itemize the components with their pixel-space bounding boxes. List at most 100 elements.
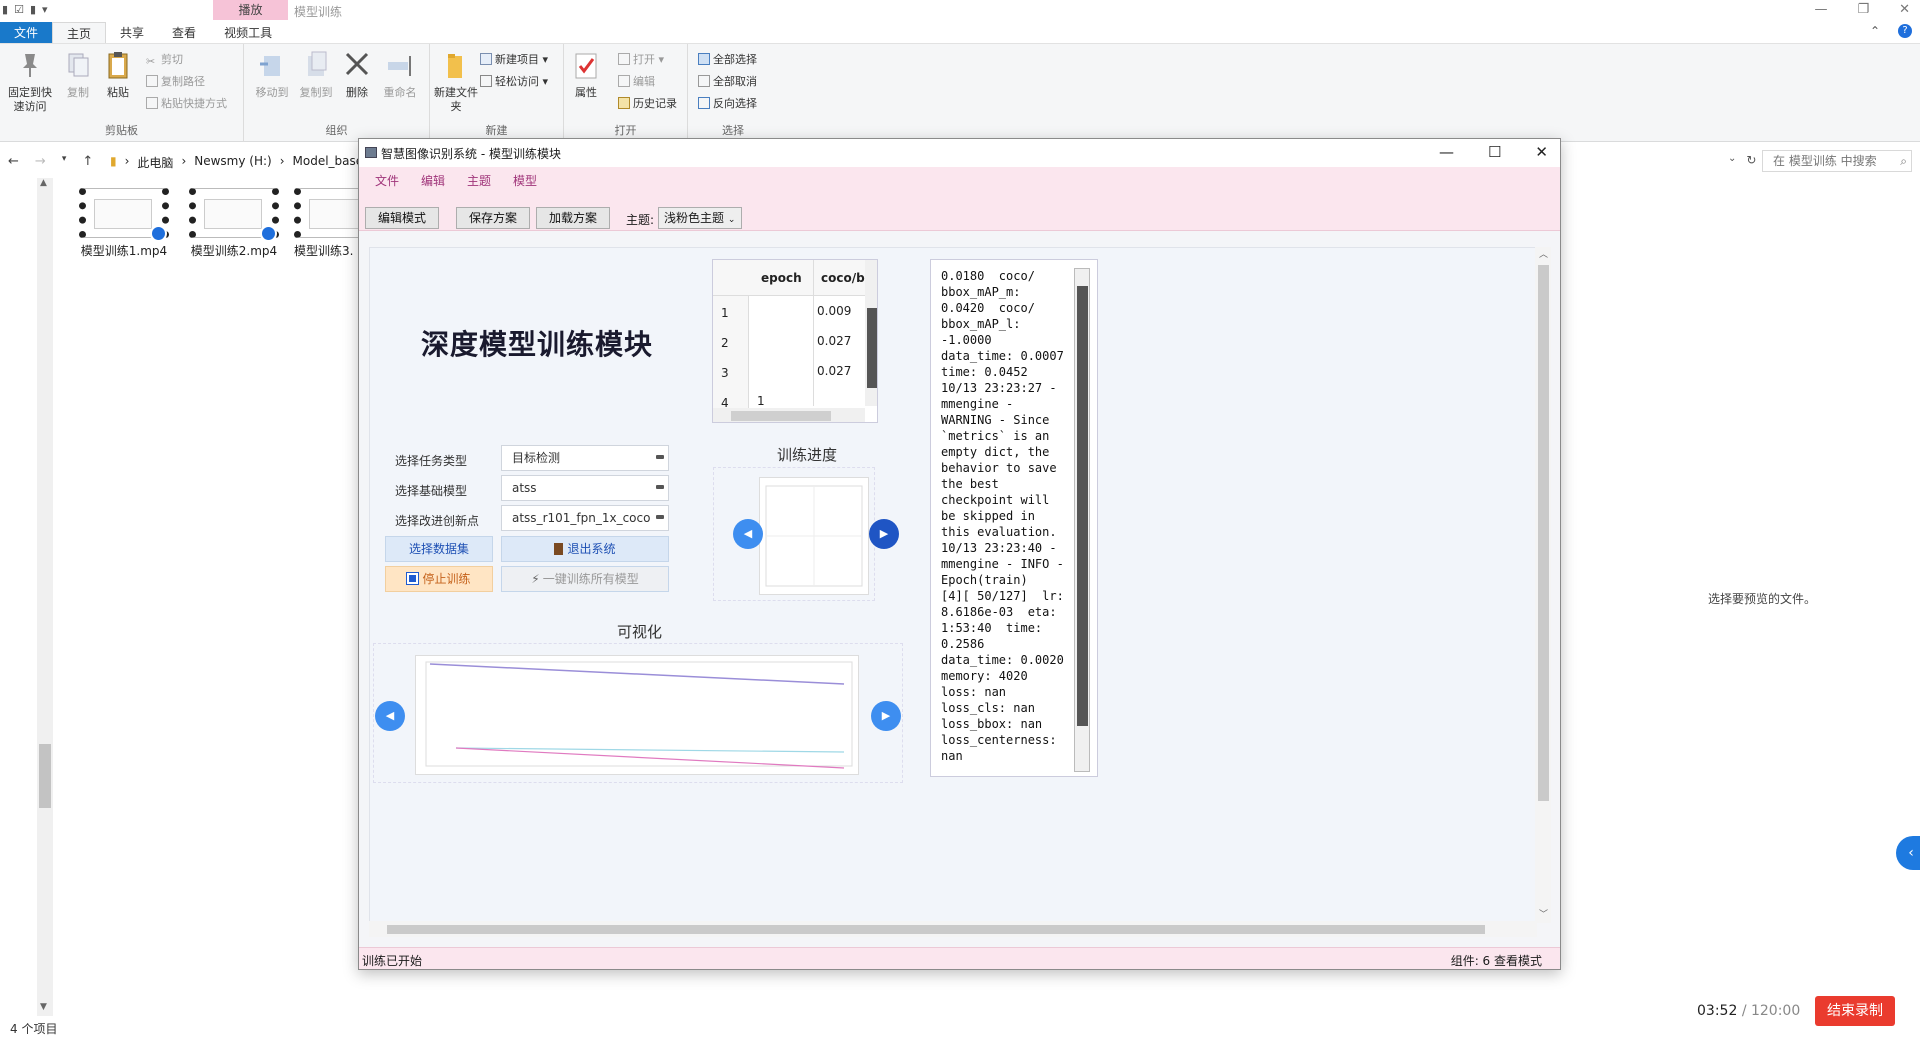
back-icon[interactable]: ← xyxy=(8,154,19,169)
delete-button[interactable]: 删除 xyxy=(342,50,372,100)
train-all-models-button[interactable]: ⚡ 一键训练所有模型 xyxy=(501,566,669,592)
app-title-bar[interactable]: 智慧图像识别系统 - 模型训练模块 xyxy=(359,139,1560,167)
menu-theme[interactable]: 主题 xyxy=(457,167,501,195)
scroll-down-icon[interactable]: ▼ xyxy=(40,1002,47,1012)
viz-prev-button[interactable]: ◀ xyxy=(375,701,405,731)
column-divider xyxy=(813,260,814,406)
load-plan-button[interactable]: 加载方案 xyxy=(536,207,611,229)
table-scroll-thumb[interactable] xyxy=(867,308,877,388)
edit-mode-button[interactable]: 编辑模式 xyxy=(365,207,440,229)
file-item[interactable]: 模型训练3. xyxy=(294,188,358,259)
open-button[interactable]: 打开 ▾ xyxy=(618,50,664,70)
log-scroll-thumb[interactable] xyxy=(1077,286,1088,726)
select-all-button[interactable]: 全部选择 xyxy=(698,50,757,70)
edit-button[interactable]: 编辑 xyxy=(618,72,655,92)
exit-system-button[interactable]: 退出系统 xyxy=(501,536,669,562)
side-panel-toggle[interactable]: ‹ xyxy=(1896,836,1920,870)
easy-access-button[interactable]: 轻松访问 ▾ xyxy=(480,72,548,92)
tab-view[interactable]: 查看 xyxy=(158,22,210,43)
help-icon[interactable]: ? xyxy=(1898,24,1912,38)
content-horizontal-scroll-thumb[interactable] xyxy=(387,925,1485,934)
table-cell[interactable]: 0.027 xyxy=(817,334,851,348)
tab-video-tools[interactable]: 视频工具 xyxy=(210,22,286,43)
up-icon[interactable]: ↑ xyxy=(82,154,93,169)
restore-icon[interactable]: ❐ xyxy=(1857,0,1869,20)
refresh-icon[interactable]: ↻ xyxy=(1746,153,1756,167)
copy-to-button[interactable]: 复制到 xyxy=(294,50,338,100)
content-vertical-scroll-thumb[interactable] xyxy=(1538,265,1549,801)
file-item[interactable]: 模型训练1.mp4 xyxy=(76,188,172,259)
maximize-icon[interactable]: ☐ xyxy=(1488,143,1501,161)
scroll-up-icon[interactable]: ▲ xyxy=(40,178,47,188)
file-item[interactable]: 模型训练2.mp4 xyxy=(186,188,282,259)
new-folder-icon[interactable]: ▮ xyxy=(30,3,36,16)
table-cell[interactable]: 0.009 xyxy=(817,304,851,318)
pin-quick-access-button[interactable]: 固定到快速访问 xyxy=(6,50,54,114)
stop-training-button[interactable]: 停止训练 xyxy=(385,566,493,592)
select-dataset-button[interactable]: 选择数据集 xyxy=(385,536,493,562)
address-dropdown-icon[interactable]: ⌄ xyxy=(1728,153,1736,167)
theme-select[interactable]: 浅粉色主题 ⌄ xyxy=(658,207,742,229)
folder-icon[interactable]: ▮ xyxy=(2,3,8,16)
progress-prev-button[interactable]: ◀ xyxy=(733,519,763,549)
menu-model[interactable]: 模型 xyxy=(503,167,547,195)
minimize-icon[interactable]: — xyxy=(1814,0,1827,20)
table-cell[interactable]: 0.027 xyxy=(817,364,851,378)
quick-access-toolbar[interactable]: ▮ ☑ ▮ ▾ xyxy=(2,3,48,16)
training-status: 训练已开始 xyxy=(362,954,423,968)
tab-home[interactable]: 主页 xyxy=(52,22,107,43)
menu-edit[interactable]: 编辑 xyxy=(411,167,455,195)
search-icon: ⌕ xyxy=(1900,154,1907,168)
scroll-down-icon[interactable]: ﹀ xyxy=(1539,907,1548,920)
scroll-up-icon[interactable]: ︿ xyxy=(1539,247,1548,260)
close-icon[interactable]: ✕ xyxy=(1535,143,1548,161)
search-input[interactable]: 在 模型训练 中搜索 ⌕ xyxy=(1762,150,1912,172)
table-horizontal-thumb[interactable] xyxy=(731,411,831,421)
select-none-button[interactable]: 全部取消 xyxy=(698,72,757,92)
context-tab-play[interactable]: 播放 xyxy=(213,0,288,20)
nav-pane-scroll-thumb[interactable] xyxy=(39,744,51,808)
base-model-select[interactable]: atss xyxy=(501,475,669,501)
save-plan-button[interactable]: 保存方案 xyxy=(456,207,531,229)
menu-file[interactable]: 文件 xyxy=(365,167,409,195)
copy-path-button[interactable]: 复制路径 xyxy=(146,72,205,92)
minimize-icon[interactable]: — xyxy=(1439,143,1454,161)
close-icon[interactable]: ✕ xyxy=(1899,0,1910,20)
new-folder-button[interactable]: 新建文件夹 xyxy=(434,50,478,114)
ribbon-group-new: 新建文件夹 新建项目 ▾ 轻松访问 ▾ 新建 xyxy=(430,44,564,142)
progress-next-button[interactable]: ▶ xyxy=(869,519,899,549)
nav-pane-scrollbar[interactable] xyxy=(37,178,53,1016)
recent-chevron-icon[interactable]: ▾ xyxy=(62,154,67,169)
collapse-ribbon-icon[interactable]: ⌃ xyxy=(1870,24,1880,38)
ribbon-group-open: 属性 打开 ▾ 编辑 历史记录 打开 xyxy=(564,44,688,142)
invert-selection-button[interactable]: 反向选择 xyxy=(698,94,757,114)
properties-check-icon xyxy=(575,53,597,79)
tab-file[interactable]: 文件 xyxy=(0,22,53,43)
crumb-this-pc[interactable]: 此电脑 xyxy=(137,154,173,171)
chevron-down-icon[interactable]: ▾ xyxy=(42,3,48,16)
paste-button[interactable]: 粘贴 xyxy=(96,50,140,100)
progress-title: 训练进度 xyxy=(777,446,838,464)
innovation-select[interactable]: atss_r101_fpn_1x_coco xyxy=(501,505,669,531)
results-table[interactable]: epoch coco/bbox_m 1 0.009 2 0.027 3 0.02… xyxy=(712,259,878,423)
table-cell[interactable]: 1 xyxy=(757,394,765,408)
column-header-epoch[interactable]: epoch xyxy=(761,271,802,285)
tab-share[interactable]: 共享 xyxy=(106,22,158,43)
new-item-button[interactable]: 新建项目 ▾ xyxy=(480,50,548,70)
video-badge-icon xyxy=(150,225,167,242)
cut-button[interactable]: ✂ 剪切 xyxy=(146,50,183,70)
viz-next-button[interactable]: ▶ xyxy=(871,701,901,731)
crumb-model-base[interactable]: Model_base xyxy=(293,154,364,171)
paste-shortcut-button[interactable]: 粘贴快捷方式 xyxy=(146,94,227,114)
properties-button[interactable]: 属性 xyxy=(568,50,604,100)
task-type-select[interactable]: 目标检测 xyxy=(501,445,669,471)
checkbox-icon[interactable]: ☑ xyxy=(14,3,24,16)
rename-button[interactable]: 重命名 xyxy=(378,50,422,100)
crumb-drive[interactable]: Newsmy (H:) xyxy=(194,154,271,171)
copy-button[interactable]: 复制 xyxy=(56,50,100,100)
training-log[interactable]: 0.0180 coco/ bbox_mAP_m: 0.0420 coco/ bb… xyxy=(930,259,1098,777)
move-to-button[interactable]: 移动到 xyxy=(250,50,294,100)
forward-icon[interactable]: → xyxy=(35,154,46,169)
stop-recording-button[interactable]: 结束录制 xyxy=(1815,996,1895,1026)
history-button[interactable]: 历史记录 xyxy=(618,94,677,114)
